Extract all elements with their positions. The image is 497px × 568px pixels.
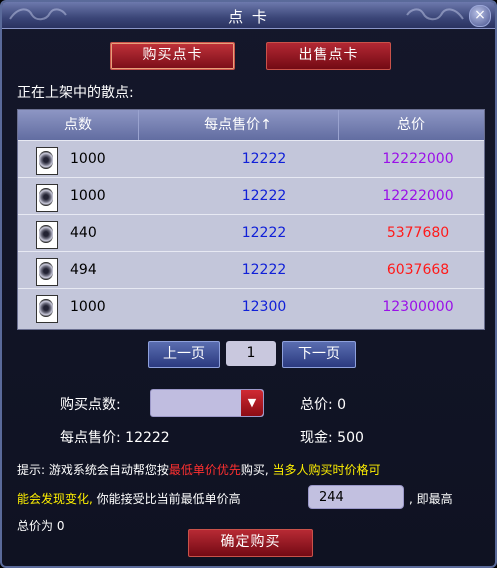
- hint-emphasis-red: 最低单价优先: [168, 463, 241, 477]
- row-points: 1000: [70, 188, 106, 204]
- table-row[interactable]: 494 12222 6037668: [18, 251, 484, 289]
- row-total: 5377680: [386, 225, 450, 241]
- listing-heading: 正在上架中的散点:: [17, 85, 134, 101]
- point-card-window: 点 卡 × 购买点卡 出售点卡 正在上架中的散点: 点数 每点售价↑ 总价 10…: [0, 0, 497, 568]
- row-unit-price: 12222: [241, 188, 287, 204]
- hint-emphasis-yellow: 当多人购买时价格可: [272, 463, 381, 477]
- table-row[interactable]: 440 12222 5377680: [18, 214, 484, 252]
- hint-line-1: 提示: 游戏系统会自动帮您按最低单价优先购买, 当多人购买时价格可: [17, 461, 381, 478]
- column-header-total[interactable]: 总价: [338, 110, 484, 140]
- page-number: 1: [226, 341, 276, 366]
- hint-text: 购买,: [240, 463, 273, 477]
- row-points: 440: [70, 225, 97, 241]
- purchase-points-select[interactable]: ▼: [150, 389, 264, 417]
- point-card-icon: [36, 221, 58, 249]
- hint-line-3: 总价为 0: [17, 519, 65, 533]
- hint-emphasis-yellow: 能会发现变化,: [17, 492, 93, 506]
- unit-price-label: 每点售价: 12222: [60, 430, 170, 446]
- ornament-icon: [406, 8, 464, 21]
- point-card-icon: [36, 258, 58, 286]
- row-points: 1000: [70, 151, 106, 167]
- purchase-points-label: 购买点数:: [60, 397, 121, 413]
- row-unit-price: 12222: [241, 262, 287, 278]
- table-row[interactable]: 1000 12222 12222000: [18, 177, 484, 215]
- row-unit-price: 12222: [241, 225, 287, 241]
- title-bar[interactable]: 点 卡 ×: [2, 2, 495, 29]
- hint-line-2-tail: , 即最高: [409, 492, 453, 506]
- row-total: 12300000: [382, 299, 454, 315]
- row-unit-price: 12222: [241, 151, 287, 167]
- prev-page-button[interactable]: 上一页: [148, 341, 220, 368]
- confirm-purchase-button[interactable]: 确定购买: [188, 529, 313, 557]
- point-card-icon: [36, 184, 58, 212]
- row-total: 12222000: [382, 188, 454, 204]
- row-unit-price: 12300: [241, 299, 287, 315]
- close-icon[interactable]: ×: [469, 5, 491, 27]
- point-card-icon: [36, 147, 58, 175]
- buy-points-button[interactable]: 购买点卡: [110, 42, 235, 70]
- sell-points-button[interactable]: 出售点卡: [266, 42, 391, 70]
- table-header: 点数 每点售价↑ 总价: [18, 110, 484, 140]
- hint-text: 你能接受比当前最低单价高: [92, 492, 241, 506]
- row-points: 494: [70, 262, 97, 278]
- point-card-icon: [36, 295, 58, 323]
- price-tolerance-input[interactable]: 244: [308, 485, 404, 509]
- row-points: 1000: [70, 299, 106, 315]
- total-price-label: 总价: 0: [300, 397, 347, 413]
- next-page-button[interactable]: 下一页: [282, 341, 356, 368]
- chevron-down-icon[interactable]: ▼: [241, 390, 263, 416]
- row-total: 6037668: [386, 262, 450, 278]
- column-header-unit-price[interactable]: 每点售价↑: [138, 110, 339, 140]
- cash-label: 现金: 500: [300, 430, 364, 446]
- table-row[interactable]: 1000 12300 12300000: [18, 288, 484, 326]
- table-row[interactable]: 1000 12222 12222000: [18, 140, 484, 178]
- row-total: 12222000: [382, 151, 454, 167]
- listing-table: 点数 每点售价↑ 总价 1000 12222 12222000 1000 122…: [17, 109, 485, 330]
- column-header-points[interactable]: 点数: [18, 110, 139, 140]
- hint-text: 提示: 游戏系统会自动帮您按: [17, 463, 169, 477]
- hint-line-2: 能会发现变化, 你能接受比当前最低单价高: [17, 490, 241, 507]
